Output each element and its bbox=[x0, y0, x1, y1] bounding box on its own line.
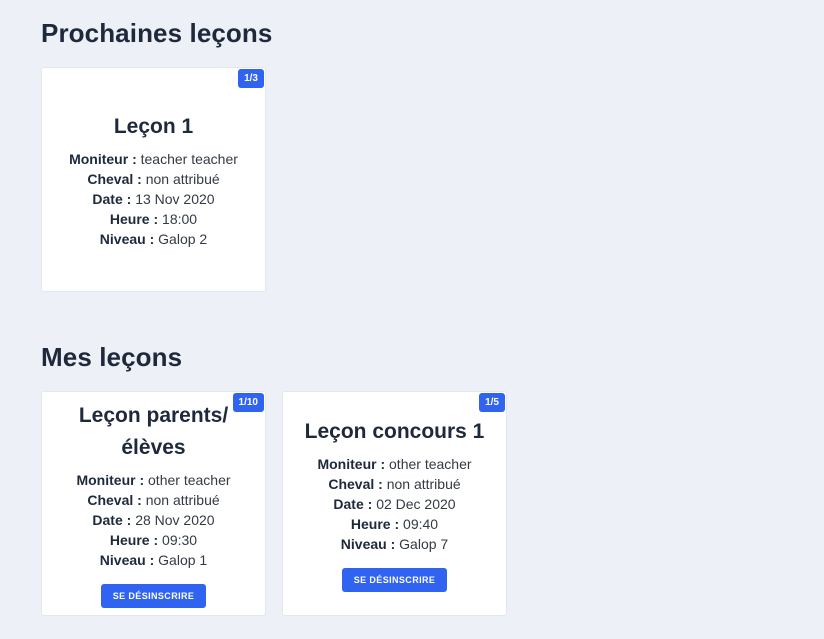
date-line: Date : 02 Dec 2020 bbox=[333, 494, 455, 514]
horse-line: Cheval : non attribué bbox=[87, 169, 219, 189]
time-line: Heure : 09:30 bbox=[110, 530, 197, 550]
horse-value: non attribué bbox=[145, 491, 220, 508]
lesson-title: Leçon concours 1 bbox=[304, 419, 485, 443]
date-label: Date : bbox=[92, 511, 132, 528]
horse-label: Cheval : bbox=[87, 170, 142, 187]
time-value: 18:00 bbox=[162, 210, 198, 227]
horse-label: Cheval : bbox=[87, 491, 142, 508]
unsubscribe-button[interactable]: SE DÉSINSCRIRE bbox=[341, 567, 448, 592]
level-line: Niveau : Galop 7 bbox=[341, 534, 448, 554]
level-label: Niveau : bbox=[99, 230, 155, 247]
horse-label: Cheval : bbox=[328, 475, 383, 492]
horse-value: non attribué bbox=[145, 170, 220, 187]
time-label: Heure : bbox=[350, 515, 400, 532]
lesson-title: Leçon 1 bbox=[113, 114, 194, 138]
date-value: 02 Dec 2020 bbox=[376, 495, 456, 512]
time-value: 09:40 bbox=[403, 515, 439, 532]
level-value: Galop 7 bbox=[399, 535, 449, 552]
date-value: 28 Nov 2020 bbox=[135, 511, 215, 528]
date-line: Date : 13 Nov 2020 bbox=[92, 189, 214, 209]
upcoming-section-title: Prochaines leçons bbox=[41, 18, 273, 48]
teacher-label: Moniteur : bbox=[317, 455, 386, 472]
time-line: Heure : 18:00 bbox=[110, 209, 197, 229]
lesson-title: Leçon parents/élèves bbox=[78, 403, 229, 459]
teacher-label: Moniteur : bbox=[76, 471, 145, 488]
teacher-line: Moniteur : other teacher bbox=[317, 454, 471, 474]
horse-value: non attribué bbox=[386, 475, 461, 492]
teacher-value: other teacher bbox=[148, 471, 231, 488]
lesson-card-mine-1: 1/10 Leçon parents/élèves Moniteur : oth… bbox=[41, 391, 266, 616]
teacher-label: Moniteur : bbox=[69, 150, 137, 167]
date-label: Date : bbox=[333, 495, 373, 512]
teacher-value: teacher teacher bbox=[140, 150, 238, 167]
time-label: Heure : bbox=[109, 210, 159, 227]
lesson-card-mine-2: 1/5 Leçon concours 1 Moniteur : other te… bbox=[282, 391, 507, 616]
date-label: Date : bbox=[92, 190, 132, 207]
lesson-card-upcoming-1: 1/3 Leçon 1 Moniteur : teacher teacher C… bbox=[41, 67, 266, 292]
level-value: Galop 2 bbox=[158, 230, 208, 247]
level-label: Niveau : bbox=[99, 551, 155, 568]
level-value: Galop 1 bbox=[158, 551, 208, 568]
teacher-line: Moniteur : teacher teacher bbox=[69, 149, 238, 169]
time-line: Heure : 09:40 bbox=[351, 514, 438, 534]
horse-line: Cheval : non attribué bbox=[328, 474, 460, 494]
horse-line: Cheval : non attribué bbox=[87, 490, 219, 510]
date-line: Date : 28 Nov 2020 bbox=[92, 510, 214, 530]
lesson-count-badge: 1/3 bbox=[238, 69, 264, 88]
lesson-count-badge: 1/10 bbox=[232, 393, 264, 412]
date-value: 13 Nov 2020 bbox=[135, 190, 215, 207]
time-label: Heure : bbox=[109, 531, 159, 548]
level-label: Niveau : bbox=[340, 535, 396, 552]
teacher-line: Moniteur : other teacher bbox=[76, 470, 230, 490]
lesson-count-badge: 1/5 bbox=[479, 393, 505, 412]
unsubscribe-button[interactable]: SE DÉSINSCRIRE bbox=[100, 583, 207, 608]
time-value: 09:30 bbox=[162, 531, 198, 548]
my-lessons-section-title: Mes leçons bbox=[41, 342, 183, 372]
level-line: Niveau : Galop 1 bbox=[100, 550, 207, 570]
teacher-value: other teacher bbox=[389, 455, 472, 472]
level-line: Niveau : Galop 2 bbox=[100, 229, 207, 249]
